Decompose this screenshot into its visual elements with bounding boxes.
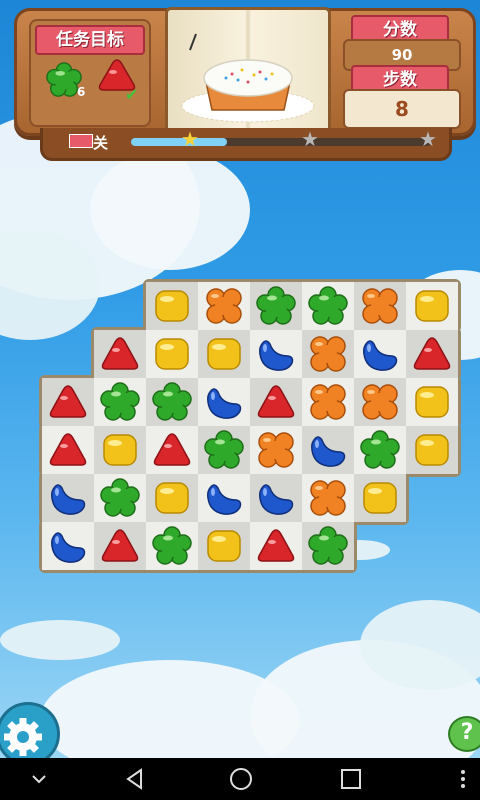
board-cell[interactable]	[302, 474, 354, 522]
red-triangle-candy-icon	[153, 433, 191, 466]
board-cell[interactable]	[354, 474, 406, 522]
board-cell[interactable]	[406, 378, 458, 426]
board-cell[interactable]	[354, 330, 406, 378]
settings-button[interactable]	[0, 702, 60, 766]
green-flower-candy-icon	[100, 478, 140, 517]
green-flower-candy-icon	[152, 526, 192, 565]
board-cell[interactable]	[42, 378, 94, 426]
board-cell[interactable]	[198, 282, 250, 330]
red-triangle-candy-icon	[257, 385, 295, 418]
system-nav-bar	[0, 758, 480, 800]
orange-cross-candy-icon	[258, 432, 294, 468]
back-icon[interactable]	[120, 764, 150, 794]
red-triangle-candy-icon	[257, 529, 295, 562]
board-cell[interactable]	[302, 378, 354, 426]
orange-cross-candy-icon	[310, 384, 346, 420]
gear-icon	[4, 718, 42, 756]
blue-bean-candy-icon	[311, 436, 346, 467]
red-triangle-candy-icon	[101, 337, 139, 370]
orange-cross-candy-icon	[362, 384, 398, 420]
board-cell[interactable]	[94, 522, 146, 570]
board-cell[interactable]	[302, 522, 354, 570]
game-board	[0, 0, 480, 800]
board-cell[interactable]	[250, 378, 302, 426]
yellow-square-candy-icon	[363, 482, 397, 514]
orange-cross-candy-icon	[362, 288, 398, 324]
blue-bean-candy-icon	[51, 532, 86, 563]
yellow-square-candy-icon	[415, 386, 449, 418]
yellow-square-candy-icon	[207, 530, 241, 562]
home-icon[interactable]	[226, 764, 256, 794]
board-cell[interactable]	[250, 426, 302, 474]
board-cell[interactable]	[42, 426, 94, 474]
board-cell[interactable]	[94, 378, 146, 426]
board-cell[interactable]	[146, 522, 198, 570]
board-cell[interactable]	[94, 330, 146, 378]
blue-bean-candy-icon	[51, 484, 86, 515]
yellow-square-candy-icon	[155, 482, 189, 514]
red-triangle-candy-icon	[101, 529, 139, 562]
board-cell[interactable]	[406, 330, 458, 378]
board-cell[interactable]	[250, 330, 302, 378]
board-cell[interactable]	[250, 522, 302, 570]
yellow-square-candy-icon	[207, 338, 241, 370]
blue-bean-candy-icon	[207, 388, 242, 419]
board-cell[interactable]	[406, 282, 458, 330]
board-cell[interactable]	[198, 474, 250, 522]
blue-bean-candy-icon	[363, 340, 398, 371]
board-cell[interactable]	[146, 426, 198, 474]
board-cell[interactable]	[198, 378, 250, 426]
board-cell[interactable]	[146, 474, 198, 522]
game-screen: 任务目标 6 ✔ 分数 90 步数 8 关 ★ ★ ★ ?	[0, 0, 480, 800]
board-cell[interactable]	[94, 426, 146, 474]
board-cell[interactable]	[406, 426, 458, 474]
board-cell[interactable]	[42, 474, 94, 522]
blue-bean-candy-icon	[207, 484, 242, 515]
green-flower-candy-icon	[100, 382, 140, 421]
red-triangle-candy-icon	[49, 385, 87, 418]
red-triangle-candy-icon	[413, 337, 451, 370]
board-cell[interactable]	[354, 282, 406, 330]
board-cell[interactable]	[198, 330, 250, 378]
blue-bean-candy-icon	[259, 484, 294, 515]
board-cell[interactable]	[302, 426, 354, 474]
yellow-square-candy-icon	[155, 290, 189, 322]
blue-bean-candy-icon	[259, 340, 294, 371]
board-cell[interactable]	[94, 474, 146, 522]
chevron-down-icon[interactable]	[24, 764, 54, 794]
board-cell[interactable]	[198, 426, 250, 474]
yellow-square-candy-icon	[415, 290, 449, 322]
board-cell[interactable]	[302, 282, 354, 330]
green-flower-candy-icon	[256, 286, 296, 325]
board-cell[interactable]	[302, 330, 354, 378]
board-cell[interactable]	[198, 522, 250, 570]
yellow-square-candy-icon	[415, 434, 449, 466]
help-button[interactable]: ?	[448, 716, 480, 752]
board-cell[interactable]	[250, 282, 302, 330]
red-triangle-candy-icon	[49, 433, 87, 466]
menu-icon[interactable]	[448, 764, 478, 794]
orange-cross-candy-icon	[310, 336, 346, 372]
board-cell[interactable]	[146, 378, 198, 426]
yellow-square-candy-icon	[155, 338, 189, 370]
board-cell[interactable]	[42, 522, 94, 570]
green-flower-candy-icon	[204, 430, 244, 469]
orange-cross-candy-icon	[310, 480, 346, 516]
orange-cross-candy-icon	[206, 288, 242, 324]
green-flower-candy-icon	[308, 286, 348, 325]
green-flower-candy-icon	[308, 526, 348, 565]
board-cell[interactable]	[354, 426, 406, 474]
board-cell[interactable]	[354, 378, 406, 426]
green-flower-candy-icon	[360, 430, 400, 469]
recents-icon[interactable]	[336, 764, 366, 794]
green-flower-candy-icon	[152, 382, 192, 421]
board-cell[interactable]	[250, 474, 302, 522]
board-cell[interactable]	[146, 282, 198, 330]
board-cell[interactable]	[146, 330, 198, 378]
yellow-square-candy-icon	[103, 434, 137, 466]
